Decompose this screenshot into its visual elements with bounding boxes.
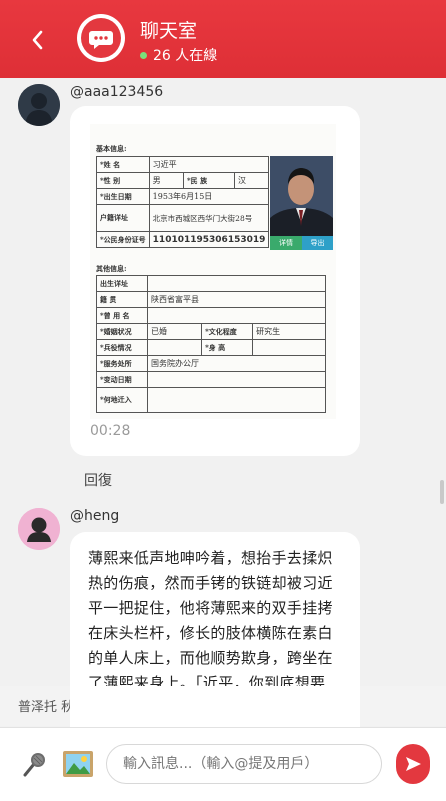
doc-other-table: 出生详址 籍 贯 陕西省富平县 *曾 用 名 *婚姻状况 已婚 *文化程度 研究… bbox=[96, 275, 326, 413]
online-dot-icon bbox=[140, 51, 147, 59]
doc-section-other: 其他信息: bbox=[96, 264, 127, 273]
microphone-button[interactable] bbox=[16, 746, 52, 782]
reply-link[interactable]: 回復 bbox=[84, 470, 112, 490]
send-button[interactable] bbox=[396, 744, 430, 784]
message-username[interactable]: @heng bbox=[70, 508, 119, 524]
doc-value: 110101195306153019 bbox=[148, 231, 270, 248]
doc-value: 习近平 bbox=[148, 156, 270, 173]
user-avatar-icon[interactable] bbox=[18, 84, 60, 126]
image-upload-button[interactable] bbox=[60, 746, 96, 782]
doc-basic-table: *姓 名 习近平 *性 别 男 *民 族 汉 *出生日期 1953年6月15日 … bbox=[96, 156, 270, 248]
doc-label: 出生详址 bbox=[96, 275, 148, 292]
doc-value bbox=[146, 339, 203, 356]
doc-value bbox=[252, 339, 326, 356]
message-input[interactable] bbox=[106, 744, 382, 784]
doc-label: 户籍详址 bbox=[96, 204, 150, 232]
microphone-icon bbox=[23, 753, 45, 777]
doc-section-basic: 基本信息: bbox=[96, 144, 127, 153]
doc-label: *公民身份证号 bbox=[96, 231, 150, 248]
doc-label: *性 别 bbox=[96, 172, 150, 189]
doc-label: *文化程度 bbox=[201, 323, 254, 340]
doc-export-button: 导出 bbox=[302, 236, 333, 250]
chat-bubble-icon bbox=[81, 18, 121, 58]
doc-label: *服务处所 bbox=[96, 355, 148, 372]
doc-value: 已婚 bbox=[146, 323, 203, 340]
image-picture-icon bbox=[63, 751, 93, 777]
chevron-left-icon bbox=[32, 30, 43, 50]
doc-label: *兵役情况 bbox=[96, 339, 148, 356]
doc-value: 陕西省富平县 bbox=[147, 291, 326, 308]
room-title: 聊天室 bbox=[140, 20, 198, 42]
doc-label: *婚姻状况 bbox=[96, 323, 148, 340]
doc-value bbox=[147, 371, 326, 388]
doc-value: 1953年6月15日 bbox=[148, 188, 270, 205]
room-avatar bbox=[77, 14, 125, 62]
doc-value: 男 bbox=[148, 172, 185, 189]
doc-value bbox=[147, 387, 326, 413]
chat-header: 聊天室 26 人在線 bbox=[0, 0, 446, 78]
doc-detail-button: 详情 bbox=[270, 236, 302, 250]
doc-label: *何地迁入 bbox=[96, 387, 148, 413]
doc-value: 国务院办公厅 bbox=[147, 355, 326, 372]
message-input-bar bbox=[0, 727, 446, 801]
doc-value bbox=[147, 307, 326, 324]
message-timestamp: 00:28 bbox=[90, 423, 131, 439]
doc-value: 北京市西城区西华门大街28号 bbox=[148, 204, 270, 232]
online-count: 26 人在線 bbox=[153, 48, 218, 64]
doc-label: 籍 贯 bbox=[96, 291, 148, 308]
doc-label: *曾 用 名 bbox=[96, 307, 148, 324]
online-status: 26 人在線 bbox=[140, 45, 217, 65]
id-photo bbox=[270, 156, 333, 236]
user-avatar-icon[interactable] bbox=[18, 508, 60, 550]
back-button[interactable] bbox=[26, 24, 52, 54]
image-message-bubble[interactable]: 基本信息: *姓 名 习近平 *性 别 男 *民 族 汉 *出生日期 1953年… bbox=[70, 106, 360, 456]
send-arrow-icon bbox=[406, 757, 421, 771]
message-username[interactable]: @aaa123456 bbox=[70, 84, 163, 100]
doc-label: *出生日期 bbox=[96, 188, 150, 205]
doc-value: 汉 bbox=[234, 172, 270, 189]
next-user-name: 普泽托 秋 bbox=[18, 700, 75, 715]
doc-label: *民 族 bbox=[183, 172, 236, 189]
doc-label: *姓 名 bbox=[96, 156, 150, 173]
text-message-bubble-continued[interactable] bbox=[70, 686, 360, 727]
doc-value: 研究生 bbox=[252, 323, 326, 340]
doc-value bbox=[147, 275, 326, 292]
doc-label: *身 高 bbox=[201, 339, 254, 356]
scrollbar[interactable] bbox=[440, 480, 444, 504]
doc-label: *变动日期 bbox=[96, 371, 148, 388]
id-document-image[interactable]: 基本信息: *姓 名 习近平 *性 别 男 *民 族 汉 *出生日期 1953年… bbox=[90, 124, 336, 419]
